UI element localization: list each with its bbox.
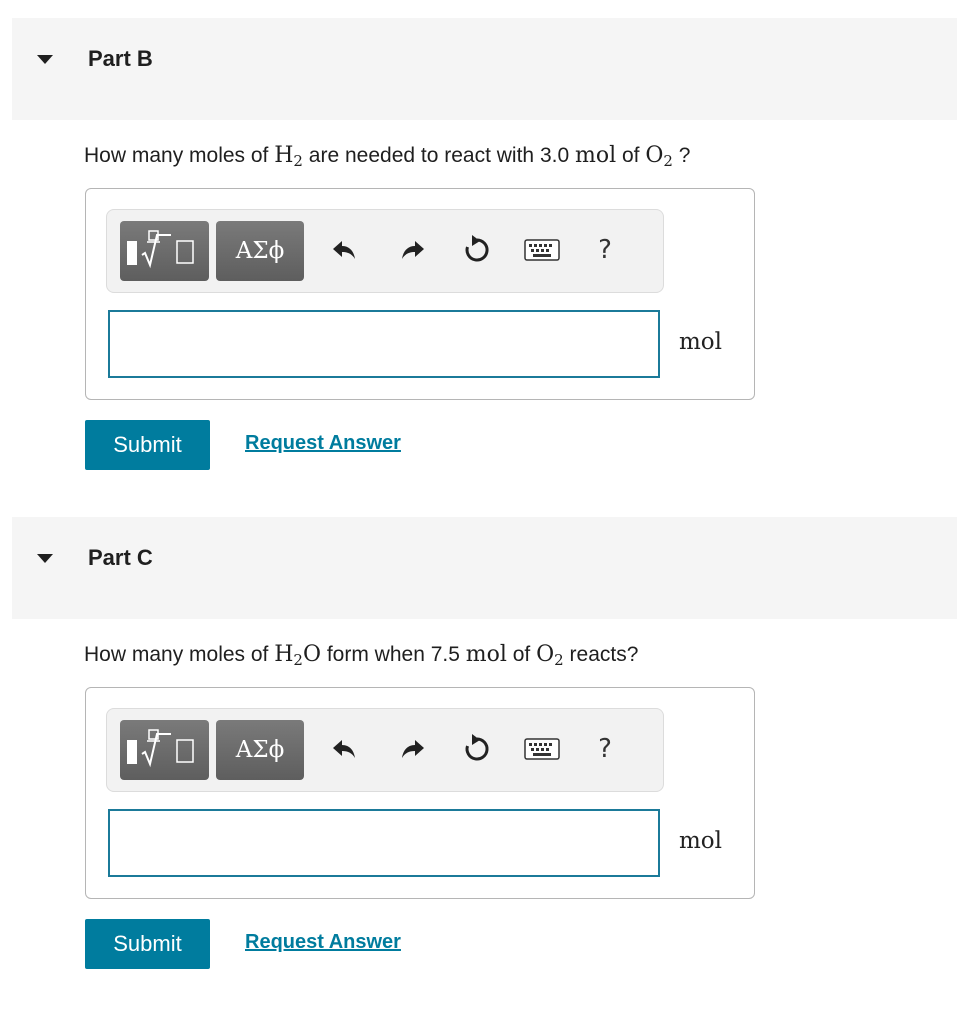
caret-down-icon[interactable] xyxy=(37,554,53,563)
question-text: How many moles of H2O form when 7.5 mol … xyxy=(84,642,639,669)
chemical-formula: H2 xyxy=(274,143,303,170)
help-icon[interactable]: ? xyxy=(585,230,625,270)
submit-button[interactable]: Submit xyxy=(85,919,210,969)
keyboard-icon[interactable] xyxy=(522,729,562,769)
templates-button[interactable] xyxy=(120,720,209,780)
redo-icon[interactable] xyxy=(392,729,432,769)
math-toolbar: ΑΣϕ ? xyxy=(106,209,664,293)
question-text: How many moles of H2 are needed to react… xyxy=(84,143,691,170)
fraction-root-template-icon xyxy=(126,729,194,768)
request-answer-link[interactable]: Request Answer xyxy=(245,432,401,455)
part-c-header[interactable]: Part C xyxy=(12,517,957,619)
request-answer-link[interactable]: Request Answer xyxy=(245,931,401,954)
redo-icon[interactable] xyxy=(392,230,432,270)
chemical-formula: H2O xyxy=(274,642,322,669)
math-toolbar: ΑΣϕ ? xyxy=(106,708,664,792)
answer-box: ΑΣϕ ? mol xyxy=(85,687,755,899)
submit-button[interactable]: Submit xyxy=(85,420,210,470)
unit-label: mol xyxy=(679,828,723,854)
help-icon[interactable]: ? xyxy=(585,729,625,769)
chemical-formula: O2 xyxy=(645,143,673,170)
answer-box: ΑΣϕ ? mol xyxy=(85,188,755,400)
unit-label: mol xyxy=(679,329,723,355)
part-title[interactable]: Part C xyxy=(88,545,153,571)
fraction-root-template-icon xyxy=(126,230,194,269)
templates-button[interactable] xyxy=(120,221,209,281)
caret-down-icon[interactable] xyxy=(37,55,53,64)
greek-symbols-button[interactable]: ΑΣϕ xyxy=(216,720,304,780)
part-b-header[interactable]: Part B xyxy=(12,18,957,120)
greek-symbols-button[interactable]: ΑΣϕ xyxy=(216,221,304,281)
answer-input[interactable] xyxy=(108,310,660,378)
part-title[interactable]: Part B xyxy=(88,46,153,72)
reset-icon[interactable] xyxy=(457,230,497,270)
undo-icon[interactable] xyxy=(325,230,365,270)
keyboard-icon[interactable] xyxy=(522,230,562,270)
answer-input[interactable] xyxy=(108,809,660,877)
reset-icon[interactable] xyxy=(457,729,497,769)
chemical-formula: O2 xyxy=(536,642,564,669)
undo-icon[interactable] xyxy=(325,729,365,769)
